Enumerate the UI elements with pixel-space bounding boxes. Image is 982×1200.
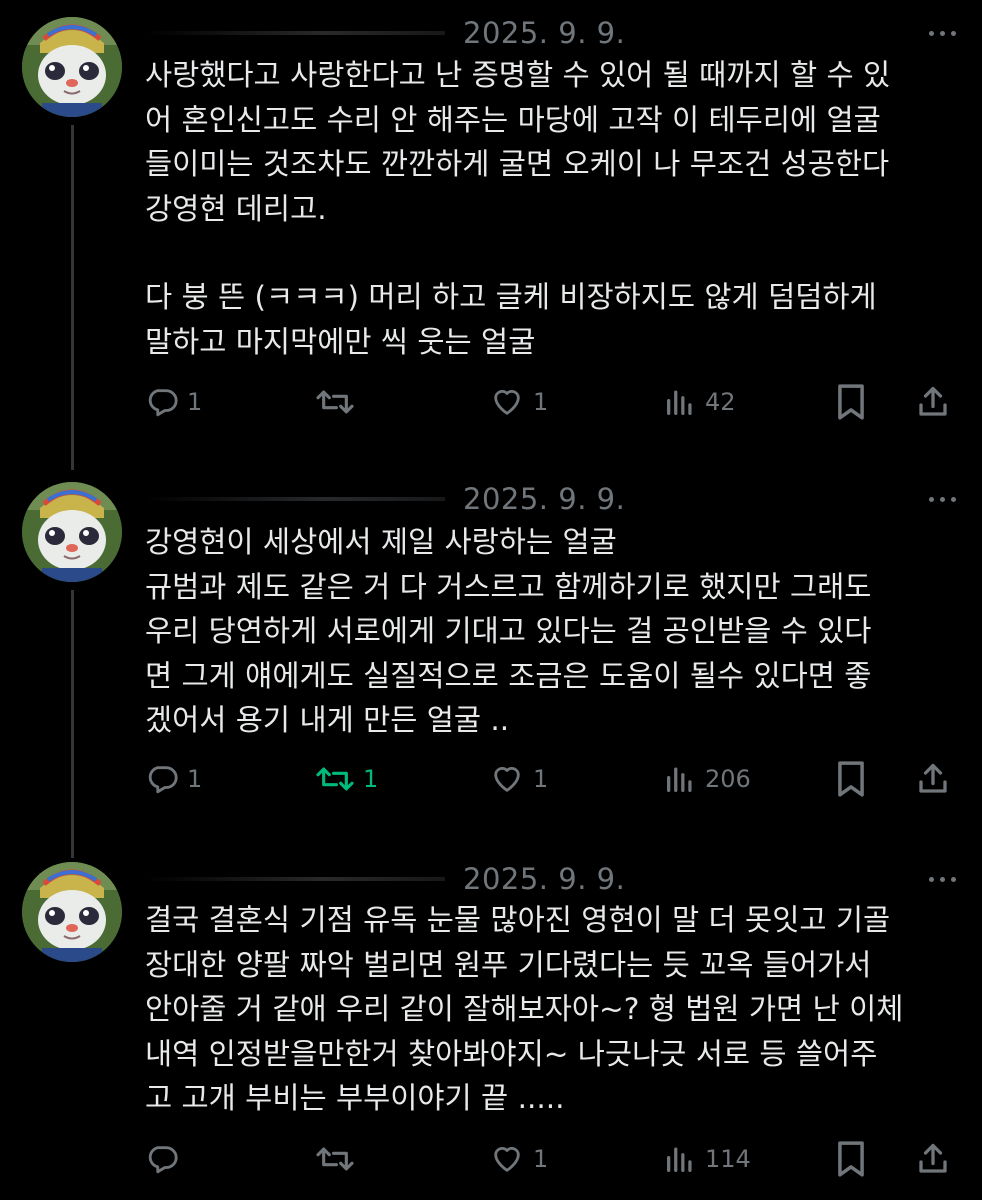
share-button[interactable] xyxy=(915,759,951,799)
speech-bubble-icon xyxy=(148,766,178,794)
views-button[interactable]: 42 xyxy=(663,382,736,422)
tweet[interactable]: 2025. 9. 9. 결국 결혼식 기점 유독 눈물 많아진 영현이 말 더 … xyxy=(0,850,982,1200)
tweet-text-line: 강영현이 세상에서 제일 사랑하는 얼굴 xyxy=(145,525,617,559)
tweet[interactable]: 2025. 9. 9. 사랑했다고 사랑한다고 난 증명할 수 있어 될 때까지… xyxy=(0,0,982,470)
tweet-text-line: 겠어서 용기 내게 만든 얼굴 .. xyxy=(145,703,510,737)
like-count: 1 xyxy=(533,388,549,416)
retweet-arrows-icon xyxy=(316,390,354,414)
views-button[interactable]: 114 xyxy=(663,1139,751,1179)
avatar[interactable] xyxy=(22,482,122,582)
views-button[interactable]: 206 xyxy=(663,759,751,799)
tweet-date[interactable]: 2025. 9. 9. xyxy=(463,862,625,896)
tweet-text-line: 말하고 마지막에만 씩 웃는 얼굴 xyxy=(145,324,536,359)
redacted-handle xyxy=(145,877,445,881)
bar-chart-icon xyxy=(667,390,692,415)
tweet-header: 2025. 9. 9. xyxy=(145,13,625,53)
action-bar: 1 1 1 206 xyxy=(145,759,960,799)
retweet-button[interactable] xyxy=(315,382,363,422)
redacted-handle xyxy=(145,31,445,35)
share-button[interactable] xyxy=(915,382,951,422)
like-count: 1 xyxy=(533,1145,549,1173)
share-button[interactable] xyxy=(915,1139,951,1179)
tweet-text-line: 면 그게 얘에게도 실질적으로 조금은 도움이 될수 있다면 좋 xyxy=(145,658,872,693)
tweet-text-line: 안아줄 거 같애 우리 같이 잘해보자아~? 형 법원 가면 난 이체 xyxy=(145,992,904,1026)
like-count: 1 xyxy=(533,765,549,793)
tweet-text-line: 장대한 양팔 짜악 벌리면 원푸 기다렸다는 듯 꼬옥 들어가서 xyxy=(145,947,872,982)
like-button[interactable]: 1 xyxy=(489,1139,548,1179)
bookmark-icon xyxy=(838,384,864,420)
like-button[interactable]: 1 xyxy=(489,382,548,422)
ellipsis-icon xyxy=(929,30,934,36)
heart-icon xyxy=(494,766,520,792)
bar-chart-icon xyxy=(667,1147,692,1172)
tweet-date[interactable]: 2025. 9. 9. xyxy=(463,16,625,50)
avatar[interactable] xyxy=(22,862,122,962)
bookmark-icon xyxy=(838,761,864,797)
tweet-text-line: 내역 인정받을만한거 찾아봐야지~ 나긋나긋 서로 등 쓸어주 xyxy=(145,1036,878,1071)
share-upload-icon xyxy=(919,1143,947,1173)
tweet-text: 결국 결혼식 기점 유독 눈물 많아진 영현이 말 더 못잇고 기골 장대한 양… xyxy=(145,898,960,1121)
heart-icon xyxy=(494,1146,520,1172)
bar-chart-icon xyxy=(667,767,692,792)
action-bar: 1 114 xyxy=(145,1139,960,1179)
retweet-count: 1 xyxy=(363,765,379,793)
speech-bubble-icon xyxy=(148,1146,178,1174)
redacted-handle xyxy=(145,497,445,501)
view-count: 114 xyxy=(705,1145,751,1173)
tweet-text-line: 사랑했다고 사랑한다고 난 증명할 수 있어 될 때까지 할 수 있 xyxy=(145,58,891,92)
retweet-arrows-icon xyxy=(316,1147,354,1171)
bookmark-button[interactable] xyxy=(835,1139,867,1179)
ellipsis-icon xyxy=(929,496,934,502)
tweet-text-line: 들이미는 것조차도 깐깐하게 굴면 오케이 나 무조건 성공한다 xyxy=(145,147,890,181)
view-count: 42 xyxy=(705,388,736,416)
avatar[interactable] xyxy=(22,17,122,117)
retweet-button[interactable]: 1 xyxy=(315,759,378,799)
bookmark-icon xyxy=(838,1141,864,1177)
more-options-button[interactable] xyxy=(929,479,956,519)
tweet-text: 강영현이 세상에서 제일 사랑하는 얼굴 규범과 제도 같은 거 다 거스르고 … xyxy=(145,520,960,743)
tweet-text: 사랑했다고 사랑한다고 난 증명할 수 있어 될 때까지 할 수 있 어 혼인신… xyxy=(145,53,960,364)
tweet[interactable]: 2025. 9. 9. 강영현이 세상에서 제일 사랑하는 얼굴 규범과 제도 … xyxy=(0,470,982,850)
tweet-text-line: 고 고개 부비는 부부이야기 끝 ..... xyxy=(145,1081,565,1115)
tweet-text-line: 어 혼인신고도 수리 안 해주는 마당에 고작 이 테두리에 얼굴 xyxy=(145,102,881,137)
speech-bubble-icon xyxy=(148,389,178,417)
share-upload-icon xyxy=(919,763,947,793)
reply-button[interactable] xyxy=(145,1139,187,1179)
retweet-button[interactable] xyxy=(315,1139,363,1179)
tweet-header: 2025. 9. 9. xyxy=(145,859,625,899)
action-bar: 1 1 42 xyxy=(145,382,960,422)
view-count: 206 xyxy=(705,765,751,793)
tweet-header: 2025. 9. 9. xyxy=(145,479,625,519)
more-options-button[interactable] xyxy=(929,859,956,899)
tweet-text-line: 결국 결혼식 기점 유독 눈물 많아진 영현이 말 더 못잇고 기골 xyxy=(145,903,891,937)
reply-count: 1 xyxy=(187,388,203,416)
reply-button[interactable]: 1 xyxy=(145,382,202,422)
bookmark-button[interactable] xyxy=(835,759,867,799)
ellipsis-icon xyxy=(929,876,934,882)
tweet-text-line: 우리 당연하게 서로에게 기대고 있다는 걸 공인받을 수 있다 xyxy=(145,614,872,648)
reply-count: 1 xyxy=(187,765,203,793)
reply-button[interactable]: 1 xyxy=(145,759,202,799)
like-button[interactable]: 1 xyxy=(489,759,548,799)
tweet-text-line: 규범과 제도 같은 거 다 거스르고 함께하기로 했지만 그래도 xyxy=(145,569,872,604)
tweet-text-line: 다 붕 뜬 (ㅋㅋㅋ) 머리 하고 글케 비장하지도 않게 덤덤하게 xyxy=(145,280,877,314)
tweet-date[interactable]: 2025. 9. 9. xyxy=(463,482,625,516)
heart-icon xyxy=(494,389,520,415)
more-options-button[interactable] xyxy=(929,13,956,53)
tweet-text-line: 강영현 데리고. xyxy=(145,191,327,226)
bookmark-button[interactable] xyxy=(835,382,867,422)
share-upload-icon xyxy=(919,386,947,416)
retweet-arrows-icon xyxy=(316,767,354,791)
